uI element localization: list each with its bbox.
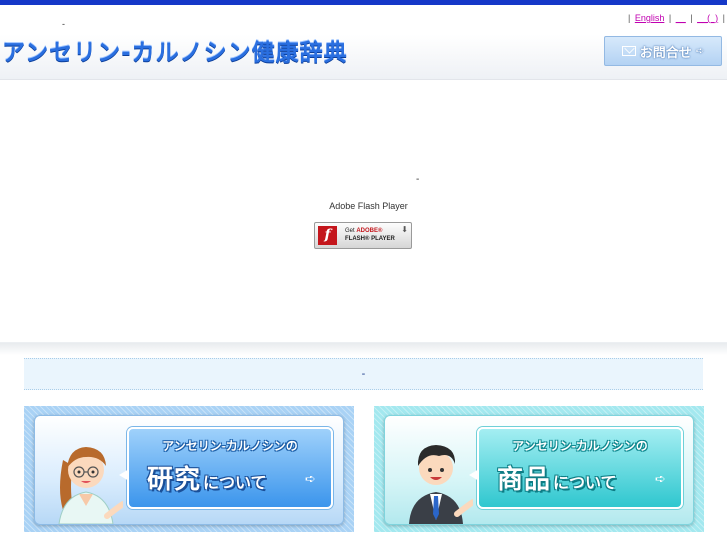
research-bubble-caption: アンセリン-カルノシンの bbox=[162, 439, 298, 453]
contact-button[interactable]: お問合せ ➪ bbox=[604, 36, 722, 66]
header-dash: - bbox=[62, 19, 65, 29]
research-bubble: アンセリン-カルノシンの 研究 について ➪ bbox=[119, 427, 333, 509]
link-separator: | bbox=[627, 13, 631, 23]
mail-icon bbox=[621, 46, 636, 56]
flash-dash: - bbox=[416, 174, 420, 185]
link-separator: | bbox=[668, 13, 672, 23]
businessman-illustration bbox=[409, 445, 473, 524]
go-arrow-icon: ➪ bbox=[655, 471, 666, 486]
flash-message: Adobe Flash Player bbox=[329, 201, 408, 211]
research-panel: アンセリン-カルノシンの 研究 について ➪ bbox=[34, 415, 344, 525]
site-logo[interactable]: アンセリン-カルノシン健康辞典 bbox=[2, 33, 348, 67]
english-link[interactable]: English bbox=[635, 13, 665, 23]
link-separator: | bbox=[722, 13, 725, 23]
second-link[interactable]: __ bbox=[676, 13, 686, 23]
download-icon: ⬇ bbox=[401, 225, 408, 234]
contact-label: お問合せ bbox=[639, 44, 692, 60]
language-links: | English | __ | __(_) | bbox=[628, 13, 725, 23]
site-header: - アンセリン-カルノシン健康辞典 | English | __ | __(_)… bbox=[0, 5, 727, 80]
section-shadow bbox=[0, 343, 727, 355]
link-separator: | bbox=[690, 13, 693, 23]
get-flash-line2: FLASH® PLAYER bbox=[345, 236, 395, 242]
get-flash-line1: Get ADOBE® bbox=[345, 228, 383, 234]
products-panel: アンセリン-カルノシンの 商品 について ➪ bbox=[384, 415, 694, 525]
products-bubble-caption: アンセリン-カルノシンの bbox=[512, 439, 648, 453]
research-banner[interactable]: アンセリン-カルノシンの 研究 について ➪ bbox=[24, 406, 354, 532]
research-bubble-title: 研究 について bbox=[147, 465, 267, 495]
products-bubble: アンセリン-カルノシンの 商品 について ➪ bbox=[469, 427, 683, 509]
go-arrow-icon: ➪ bbox=[305, 471, 316, 486]
flash-content-area: - Adobe Flash Player f Get ADOBE® FLASH®… bbox=[0, 80, 727, 343]
get-flash-player-button[interactable]: f Get ADOBE® FLASH® PLAYER ⬇ bbox=[314, 222, 412, 249]
third-link[interactable]: __(_) bbox=[697, 13, 718, 23]
female-researcher-illustration bbox=[58, 447, 123, 524]
products-banner[interactable]: アンセリン-カルノシンの 商品 について ➪ bbox=[374, 406, 704, 532]
info-bar: - bbox=[24, 358, 703, 390]
flash-logo-icon: f bbox=[318, 226, 337, 245]
arrow-right-icon: ➪ bbox=[695, 45, 705, 57]
products-bubble-title: 商品 について bbox=[497, 465, 617, 495]
